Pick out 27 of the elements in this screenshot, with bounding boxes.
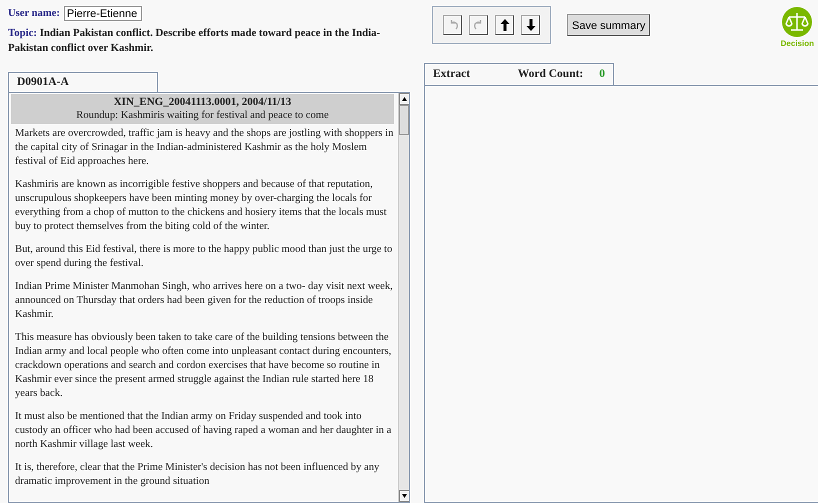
- scroll-up-icon[interactable]: [399, 93, 409, 106]
- down-button[interactable]: [521, 15, 540, 35]
- user-name-field[interactable]: Pierre-Etienne: [64, 6, 142, 22]
- word-count-label: Word Count:: [518, 67, 584, 82]
- article-title: XIN_ENG_20041113.0001, 2004/11/13: [112, 95, 292, 110]
- article-paragraph: Kashmiris are known as incorrigible festive shoppers and because of that reputation, unscrupulous shopkeepers have been minting money by over-charging the locals for everything from a chop of mutton to the chickens and hosiery items that the locals must buy to protect themselves from the biting cold of the winter.: [15, 178, 388, 234]
- user-name-label: User name:: [8, 7, 60, 21]
- scroll-thumb[interactable]: [399, 105, 409, 136]
- word-count-value: 0: [599, 67, 605, 82]
- scroll-down-icon[interactable]: [399, 490, 409, 502]
- article-paragraph: Indian Prime Minister Manmohan Singh, who arrives here on a two- day visit next week, announced on Thursday that orders had been given for the reduction of troops inside Kashmir.: [15, 280, 394, 322]
- up-arrow-icon: [498, 18, 512, 32]
- extract-label: Extract: [433, 67, 470, 82]
- down-arrow-icon: [524, 18, 538, 32]
- topic-text: Topic: Indian Pakistan conflict. Describe efforts made toward peace in the India-Pakistan conflict over Kashmir.: [8, 26, 382, 56]
- article-paragraph: But, around this Eid festival, there is more to the happy public mood than just the urge to over spend during the festival.: [15, 243, 394, 272]
- logo-text: Decision: [780, 38, 814, 50]
- article-paragraph: This measure has obviously been taken to take care of the building tensions between the Indian army and local people who often come into unpleasant contact during encounters, crackdown operations and search and cordon exercises that have become so routine in Kashmir ever since the present armed struggle against the Indian rule started here 18 years back.: [15, 331, 392, 402]
- save-summary-button[interactable]: Save summary: [567, 14, 650, 36]
- article-headline: Roundup: Kashmiris waiting for festival and peace to come: [75, 109, 330, 124]
- document-tab[interactable]: D0901A-A: [8, 72, 158, 92]
- article-paragraph: It is, therefore, clear that the Prime Minister's decision has not been influenced by any dramatic improvement in the ground situation: [15, 461, 380, 490]
- scales-logo-icon: [781, 6, 814, 38]
- scrollbar[interactable]: [398, 93, 409, 502]
- up-button[interactable]: [495, 15, 514, 35]
- article-paragraph: It must also be mentioned that the Indian army on Friday suspended and took into custody an officer who had been accused of having raped a woman and her daughter in a north Kashmir village last week.: [15, 410, 392, 452]
- article-paragraph: Markets are overcrowded, traffic jam is heavy and the shops are jostling with shoppers in the capital city of Srinagar in the Indian-administered Kashmir as the holy Moslem festival of Eid approaches here.: [15, 127, 394, 170]
